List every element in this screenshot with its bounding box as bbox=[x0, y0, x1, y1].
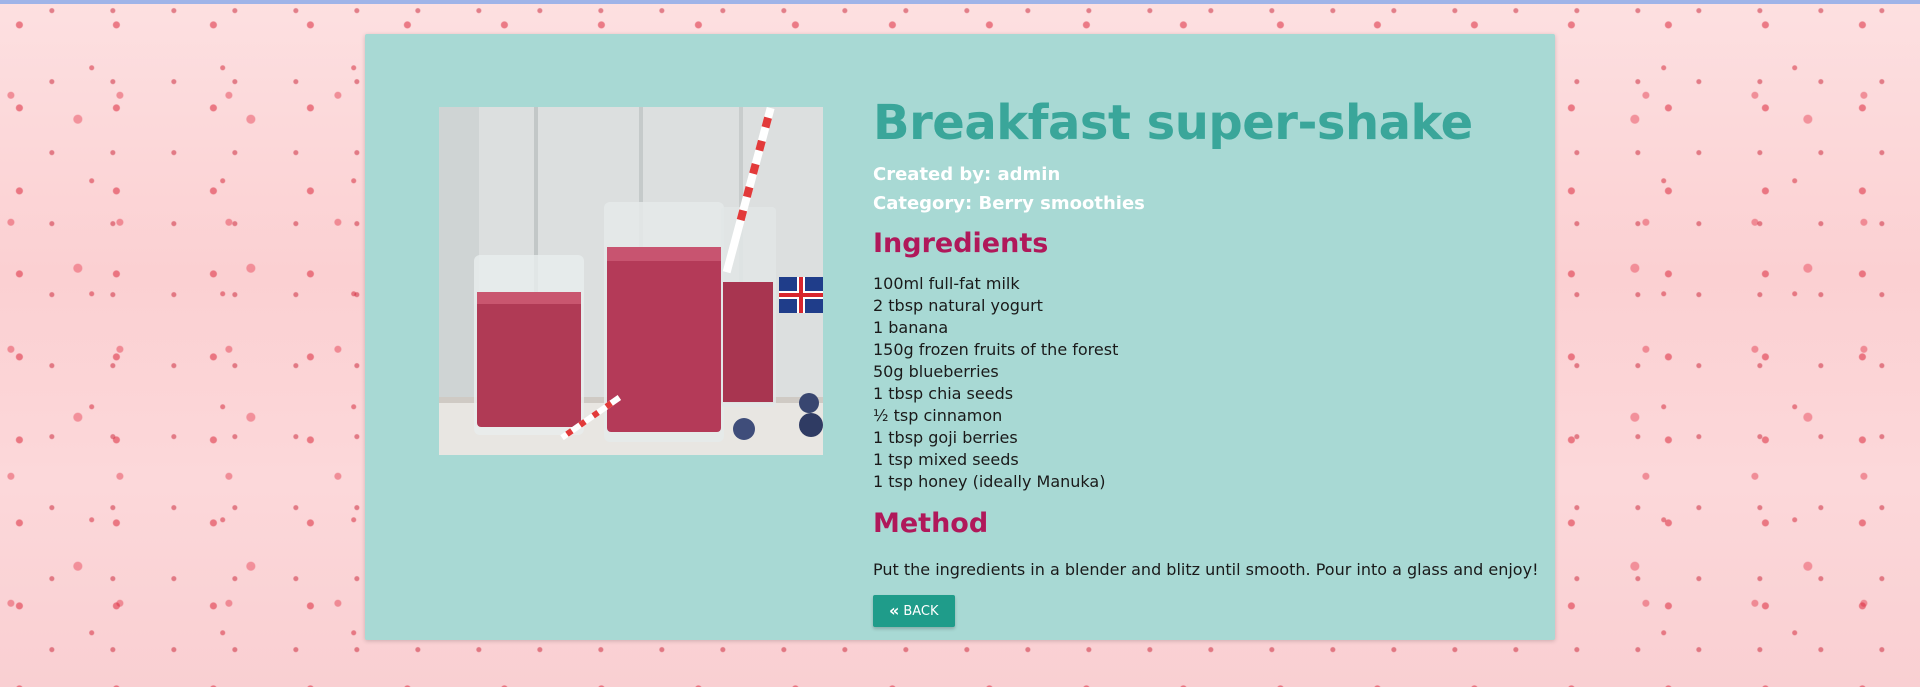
ingredient-item: 1 tsp honey (ideally Manuka) bbox=[873, 472, 1106, 491]
ingredient-item: 1 banana bbox=[873, 318, 949, 337]
ingredient-item: ½ tsp cinnamon bbox=[873, 406, 1003, 425]
ingredients-list: 100ml full-fat milk 2 tbsp natural yogur… bbox=[873, 273, 1513, 493]
recipe-card: Breakfast super-shake Created by: admin … bbox=[365, 34, 1555, 640]
back-button-label: BACK bbox=[903, 603, 939, 619]
recipe-category: Category: Berry smoothies bbox=[873, 193, 1145, 214]
method-heading: Method bbox=[873, 508, 989, 539]
ingredient-item: 150g frozen fruits of the forest bbox=[873, 340, 1119, 359]
ingredients-heading: Ingredients bbox=[873, 228, 1049, 259]
back-button[interactable]: « BACK bbox=[873, 595, 955, 627]
ingredient-item: 1 tsp mixed seeds bbox=[873, 450, 1019, 469]
recipe-title: Breakfast super-shake bbox=[873, 95, 1473, 151]
method-text: Put the ingredients in a blender and bli… bbox=[873, 560, 1539, 579]
ingredient-item: 2 tbsp natural yogurt bbox=[873, 296, 1043, 315]
recipe-author: Created by: admin bbox=[873, 164, 1061, 185]
browser-top-bar bbox=[0, 0, 1920, 4]
double-chevron-left-icon: « bbox=[889, 601, 900, 620]
ingredient-item: 50g blueberries bbox=[873, 362, 999, 381]
ingredient-item: 1 tbsp goji berries bbox=[873, 428, 1018, 447]
recipe-content: Breakfast super-shake Created by: admin … bbox=[873, 92, 1539, 627]
recipe-photo bbox=[439, 107, 823, 455]
ingredient-item: 100ml full-fat milk bbox=[873, 274, 1020, 293]
ingredient-item: 1 tbsp chia seeds bbox=[873, 384, 1014, 403]
